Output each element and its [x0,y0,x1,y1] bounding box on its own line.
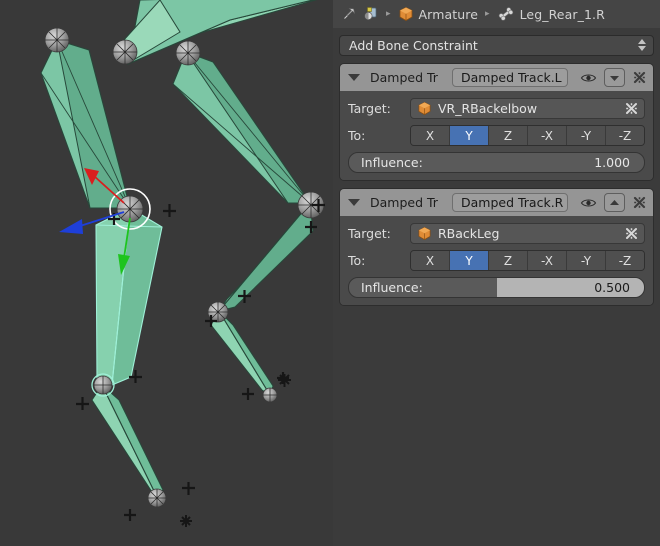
clear-x-icon[interactable] [624,226,639,241]
object-data-icon [417,226,432,241]
constraint-name-value: Damped Track.R [461,195,564,210]
target-field[interactable]: VR_RBackelbow [410,98,645,119]
influence-label: Influence: [361,155,423,170]
close-x-icon[interactable] [632,195,647,210]
target-value: RBackLeg [438,226,500,241]
joint-ball[interactable] [175,40,201,66]
target-field[interactable]: RBackLeg [410,223,645,244]
to-label: To: [348,253,366,268]
to-axis-row: To: X Y Z -X -Y -Z [348,250,645,271]
constraint-name-value: Damped Track.L [461,70,562,85]
target-value: VR_RBackelbow [438,101,538,116]
axis-button-z[interactable]: Z [489,251,528,270]
move-constraint-up-button[interactable] [604,193,625,212]
target-label: Target: [348,101,391,116]
breadcrumb-item-armature[interactable]: Armature [398,6,479,22]
axis-toggle-group[interactable]: X Y Z -X -Y -Z [410,125,645,146]
constraint-header[interactable]: Damped Tr Damped Track.R [340,189,653,216]
bone-constraint-properties: Add Bone Constraint Damped Tr Damped Tra… [333,28,660,546]
breadcrumb-separator: ▸ [386,9,391,19]
constraint-body: Target: RBackLeg To: X Y Z -X -Y -Z Infl… [340,216,653,305]
eye-icon[interactable] [580,72,597,84]
eye-icon[interactable] [580,197,597,209]
bone-icon [497,6,515,22]
blender-window: ▸ Armature ▸ Leg_Rear_1.R Add Bone Const… [0,0,660,546]
properties-editor-icon[interactable] [362,6,379,22]
breadcrumb: ▸ Armature ▸ Leg_Rear_1.R [333,0,660,28]
joint-ball[interactable] [147,488,167,508]
axis-button-neg-z[interactable]: -Z [606,251,644,270]
constraint-body: Target: VR_RBackelbow To: X Y Z -X -Y -Z… [340,91,653,180]
breadcrumb-item-bone[interactable]: Leg_Rear_1.R [497,6,605,22]
breadcrumb-label-bone: Leg_Rear_1.R [519,6,605,22]
constraint-header[interactable]: Damped Tr Damped Track.L [340,64,653,91]
axis-button-neg-x[interactable]: -X [528,126,567,145]
constraint-panel: Damped Tr Damped Track.L Target: VR_RBac… [339,63,654,181]
influence-slider[interactable]: Influence: 0.500 [348,277,645,298]
axis-button-neg-y[interactable]: -Y [567,126,606,145]
target-label: Target: [348,226,391,241]
add-bone-constraint-label: Add Bone Constraint [349,38,478,53]
properties-editor: ▸ Armature ▸ Leg_Rear_1.R Add Bone Const… [333,0,660,546]
influence-label: Influence: [361,280,423,295]
constraint-name-field[interactable]: Damped Track.R [452,193,568,212]
clear-x-icon[interactable] [624,101,639,116]
to-axis-row: To: X Y Z -X -Y -Z [348,125,645,146]
axis-button-neg-y[interactable]: -Y [567,251,606,270]
move-constraint-down-button[interactable] [604,68,625,87]
joint-ball-selected[interactable] [91,373,115,397]
joint-ball[interactable] [112,39,138,65]
constraint-panel: Damped Tr Damped Track.R Target: RBackLe… [339,188,654,306]
axis-button-y[interactable]: Y [450,251,489,270]
influence-value: 0.500 [594,280,630,295]
chevron-down-icon[interactable] [348,199,360,206]
target-row: Target: RBackLeg [348,223,645,244]
joint-ball[interactable] [262,387,278,403]
dropdown-spinner-icon [638,39,646,51]
close-x-icon[interactable] [632,70,647,85]
constraint-type-label: Damped Tr [370,195,438,210]
add-bone-constraint-dropdown[interactable]: Add Bone Constraint [339,35,654,56]
joint-ball[interactable] [44,27,70,53]
pin-icon[interactable] [341,6,357,22]
axis-toggle-group[interactable]: X Y Z -X -Y -Z [410,250,645,271]
chevron-down-icon [610,75,619,81]
axis-button-neg-z[interactable]: -Z [606,126,644,145]
constraint-name-field[interactable]: Damped Track.L [452,68,568,87]
axis-button-x[interactable]: X [411,126,450,145]
to-label: To: [348,128,366,143]
chevron-down-icon[interactable] [348,74,360,81]
axis-button-z[interactable]: Z [489,126,528,145]
chevron-up-icon [610,199,619,205]
axis-button-y[interactable]: Y [450,126,489,145]
influence-value: 1.000 [594,155,630,170]
object-data-icon [398,6,414,22]
axis-button-x[interactable]: X [411,251,450,270]
target-row: Target: VR_RBackelbow [348,98,645,119]
constraint-type-label: Damped Tr [370,70,438,85]
axis-button-neg-x[interactable]: -X [528,251,567,270]
object-data-icon [417,101,432,116]
breadcrumb-label-armature: Armature [418,6,479,22]
3d-viewport[interactable] [0,0,333,546]
breadcrumb-separator-2: ▸ [485,9,490,19]
armature-render [0,0,333,546]
influence-slider[interactable]: Influence: 1.000 [348,152,645,173]
